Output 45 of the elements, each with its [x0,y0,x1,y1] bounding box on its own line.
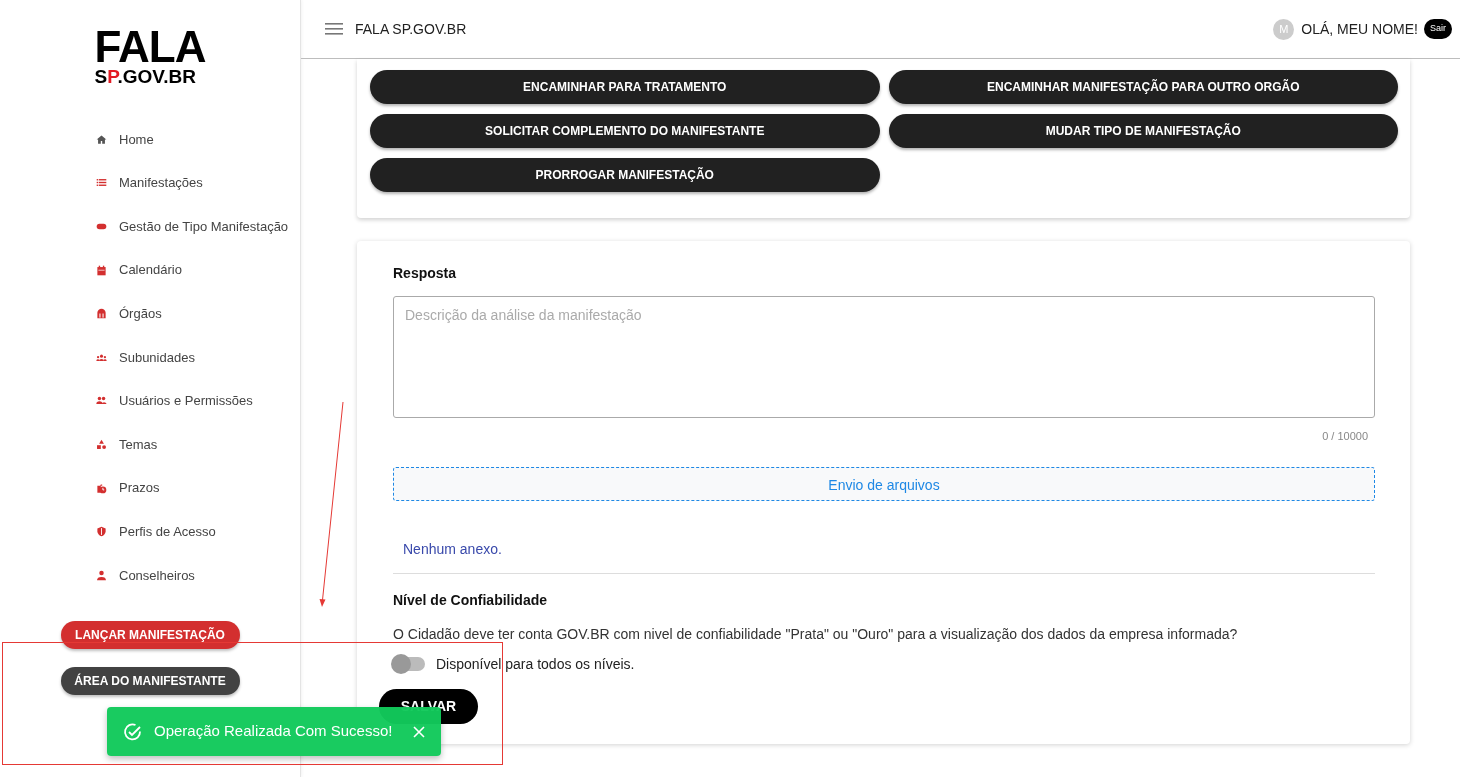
action-button[interactable]: ENCAMINHAR MANIFESTAÇÃO PARA OUTRO ORGÃO [888,70,1398,104]
menu-icon[interactable] [325,22,343,36]
app-title: FALA SP.GOV.BR [355,19,467,39]
action-button[interactable]: PRORROGAR MANIFESTAÇÃO [370,158,880,192]
attachments-text: Nenhum anexo. [403,540,502,557]
calendar-icon [96,264,107,276]
building-icon [96,308,107,320]
sidebar-item[interactable]: Home [96,117,300,162]
sidebar-item[interactable]: Conselheiros [96,553,300,598]
toast-message: Operação Realizada Com Sucesso! [154,721,394,742]
toggle-label: Disponível para todos os níveis. [436,654,635,674]
section-title: Nível de Confiabilidade [393,590,549,610]
action-button[interactable]: SOLICITAR COMPLEMENTO DO MANIFESTANTE [370,114,880,148]
logo-subtitle: SP.GOV.BR [94,66,197,86]
sidebar-item[interactable]: Gestão de Tipo Manifestação [96,204,300,249]
question-text: O Cidadão deve ter conta GOV.BR com nivel de confiabilidade "Prata" ou "Ouro" para a visualização dos dados da empresa informada? [393,624,1239,644]
sidebar-item[interactable]: Manifestações [96,161,300,205]
list-icon [96,177,107,189]
check-circle-icon [123,721,143,742]
shield-icon [96,526,107,538]
sidebar-item[interactable]: Prazos [96,466,300,510]
launch-button[interactable]: LANÇAR MANIFESTAÇÃO [60,621,240,650]
users-icon [96,395,107,407]
sidebar-item[interactable]: Perfis de Acesso [96,509,300,554]
sidebar-item[interactable]: Subunidades [96,335,300,380]
area-button[interactable]: ÁREA DO MANIFESTANTE [60,667,240,696]
logo-title: FALA [94,27,206,67]
character-counter: 0 / 10000 [1321,429,1369,444]
clock-icon [96,482,107,494]
shapes-icon [96,439,107,451]
response-field[interactable]: Descrição da análise da manifestação [393,296,1375,418]
toggle-switch[interactable] [393,657,425,671]
sidebar-item[interactable]: Calendário [96,248,300,292]
close-icon[interactable] [413,725,425,738]
greeting-text: OLÁ, MEU NOME! [1301,19,1418,39]
logout-button[interactable]: Sair [1424,19,1452,39]
user-icon [96,569,107,581]
action-button[interactable]: MUDAR TIPO DE MANIFESTAÇÃO [888,114,1398,148]
action-button[interactable]: ENCAMINHAR PARA TRATAMENTO [370,70,880,104]
sidebar-item[interactable]: Órgãos [96,291,300,336]
field-label: Resposta [393,264,458,283]
sidebar-item[interactable]: Usuários e Permissões [96,379,300,423]
upload-button[interactable]: Envio de arquivos [393,466,1375,501]
sidebar-item[interactable]: Temas [96,422,300,467]
home-icon [96,133,107,145]
